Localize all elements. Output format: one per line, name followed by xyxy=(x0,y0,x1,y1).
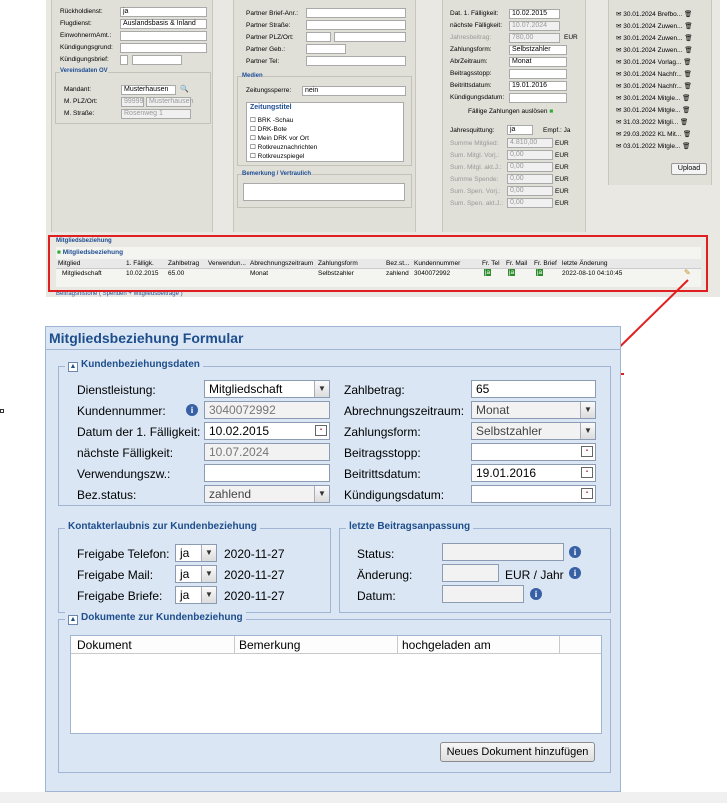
beitrittsdatum-label: Beitrittsdatum: xyxy=(344,467,421,481)
calendar-icon[interactable]: ▪ xyxy=(581,446,593,457)
beitragsstopp-label: Beitragsstopp: xyxy=(344,446,421,460)
title-divider xyxy=(46,349,620,350)
freigabe-mail-date: 2020-11-27 xyxy=(224,568,285,582)
aenderung-field xyxy=(442,564,499,582)
eur-jahr-unit: EUR / Jahr xyxy=(505,568,564,582)
column-header-hochgeladen[interactable]: hochgeladen am xyxy=(402,638,491,652)
chevron-down-icon[interactable]: ▼ xyxy=(580,402,595,418)
abrechnungszeitraum-label: Abrechnungszeitraum: xyxy=(344,404,465,418)
kunden-legend[interactable]: ▲ Kundenbeziehungsdaten xyxy=(65,359,203,372)
freigabe-telefon-date: 2020-11-27 xyxy=(224,547,285,561)
dokumente-header-row xyxy=(71,636,601,654)
freigabe-briefe-select[interactable]: ja ▼ xyxy=(175,586,217,604)
left-edge-marker xyxy=(0,409,4,413)
kundennummer-field: 3040072992 xyxy=(204,401,330,419)
dokumente-legend[interactable]: ▲ Dokumente zur Kundenbeziehung xyxy=(65,612,246,625)
dienstleistung-label: Dienstleistung: xyxy=(77,383,156,397)
zahlungsform-select[interactable]: Selbstzahler ▼ xyxy=(471,422,596,440)
anpassung-legend: letzte Beitragsanpassung xyxy=(346,521,474,532)
chevron-down-icon[interactable]: ▼ xyxy=(314,381,329,397)
freigabe-briefe-label: Freigabe Briefe: xyxy=(77,589,163,603)
zahlbetrag-label: Zahlbetrag: xyxy=(344,383,405,397)
calendar-icon[interactable]: ▪ xyxy=(315,425,327,436)
kontakt-fieldset: Kontakterlaubnis zur Kundenbeziehung Fre… xyxy=(58,521,331,613)
aenderung-label: Änderung: xyxy=(357,568,413,582)
dokumente-grid: Dokument Bemerkung hochgeladen am xyxy=(70,635,602,734)
info-icon[interactable]: i xyxy=(569,567,581,579)
add-document-button[interactable]: Neues Dokument hinzufügen xyxy=(440,742,595,762)
collapse-icon[interactable]: ▲ xyxy=(68,615,78,625)
naechste-faelligkeit-field: 10.07.2024 xyxy=(204,443,330,461)
freigabe-telefon-select[interactable]: ja ▼ xyxy=(175,544,217,562)
column-header-dokument[interactable]: Dokument xyxy=(77,638,132,652)
info-icon[interactable]: i xyxy=(530,588,542,600)
faelligkeit-date-field[interactable]: 10.02.2015 ▪ xyxy=(204,422,330,440)
column-divider xyxy=(234,636,235,654)
column-divider xyxy=(559,636,560,654)
calendar-icon[interactable]: ▪ xyxy=(581,488,593,499)
zahlungsform-label: Zahlungsform: xyxy=(344,425,421,439)
freigabe-briefe-date: 2020-11-27 xyxy=(224,589,285,603)
chevron-down-icon[interactable]: ▼ xyxy=(201,545,216,561)
status-label: Status: xyxy=(357,547,395,561)
beitrittsdatum-date-field[interactable]: 19.01.2016 ▪ xyxy=(471,464,596,482)
freigabe-telefon-label: Freigabe Telefon: xyxy=(77,547,170,561)
verwendungszweck-field[interactable] xyxy=(204,464,330,482)
kundennummer-label: Kundennummer: xyxy=(77,404,166,418)
info-icon[interactable]: i xyxy=(186,404,198,416)
dienstleistung-select[interactable]: Mitgliedschaft ▼ xyxy=(204,380,330,398)
datum-label: Datum: xyxy=(357,589,396,603)
bezstatus-select[interactable]: zahlend ▼ xyxy=(204,485,330,503)
kunden-fieldset: ▲ Kundenbeziehungsdaten Dienstleistung: M… xyxy=(58,359,611,506)
chevron-down-icon[interactable]: ▼ xyxy=(314,486,329,502)
freigabe-mail-label: Freigabe Mail: xyxy=(77,568,154,582)
status-field xyxy=(442,543,564,561)
kontakt-legend: Kontakterlaubnis zur Kundenbeziehung xyxy=(65,521,260,532)
naechste-faelligkeit-label: nächste Fälligkeit: xyxy=(77,446,174,460)
kuendigungsdatum-date-field[interactable]: ▪ xyxy=(471,485,596,503)
collapse-icon[interactable]: ▲ xyxy=(68,362,78,372)
kuendigungsdatum-label: Kündigungsdatum: xyxy=(344,488,445,502)
zahlbetrag-field[interactable]: 65 xyxy=(471,380,596,398)
abrechnungszeitraum-select[interactable]: Monat ▼ xyxy=(471,401,596,419)
beitragsstopp-date-field[interactable]: ▪ xyxy=(471,443,596,461)
mitgliedsbeziehung-form: Mitgliedsbeziehung Formular ▲ Kundenbezie… xyxy=(45,326,621,792)
form-title: Mitgliedsbeziehung Formular xyxy=(49,330,244,346)
bezstatus-label: Bez.status: xyxy=(77,488,137,502)
anpassung-fieldset: letzte Beitragsanpassung Status: i Änder… xyxy=(339,521,611,613)
verwendungszweck-label: Verwendungszw.: xyxy=(77,467,171,481)
faelligkeit-label: Datum der 1. Fälligkeit: xyxy=(77,425,201,439)
chevron-down-icon[interactable]: ▼ xyxy=(201,587,216,603)
info-icon[interactable]: i xyxy=(569,546,581,558)
column-header-bemerkung[interactable]: Bemerkung xyxy=(239,638,300,652)
dokumente-fieldset: ▲ Dokumente zur Kundenbeziehung Dokument … xyxy=(58,612,611,773)
page-bottom-strip xyxy=(0,792,727,803)
column-divider xyxy=(397,636,398,654)
calendar-icon[interactable]: ▪ xyxy=(581,467,593,478)
freigabe-mail-select[interactable]: ja ▼ xyxy=(175,565,217,583)
chevron-down-icon[interactable]: ▼ xyxy=(201,566,216,582)
datum-field xyxy=(442,585,524,603)
chevron-down-icon[interactable]: ▼ xyxy=(580,423,595,439)
